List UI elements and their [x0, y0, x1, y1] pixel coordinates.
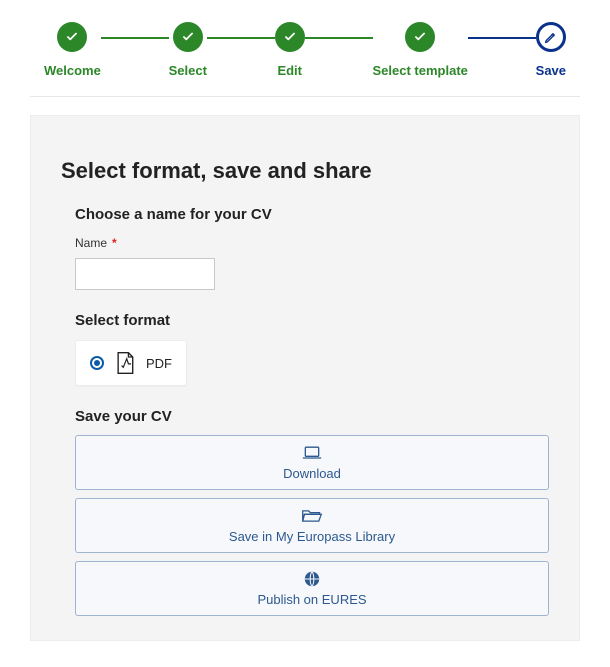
- action-label: Publish on EURES: [257, 592, 366, 607]
- step-select-template[interactable]: Select template: [373, 22, 468, 78]
- format-option-label: PDF: [146, 356, 172, 371]
- radio-selected-icon: [90, 356, 104, 370]
- check-icon: [405, 22, 435, 52]
- check-icon: [57, 22, 87, 52]
- required-asterisk: *: [112, 236, 117, 250]
- save-heading: Save your CV: [75, 408, 549, 425]
- check-icon: [275, 22, 305, 52]
- pdf-file-icon: [114, 351, 136, 375]
- step-select[interactable]: Select: [169, 22, 207, 78]
- save-actions: Download Save in My Europass Library Pub…: [75, 435, 549, 616]
- step-welcome[interactable]: Welcome: [44, 22, 101, 78]
- step-label: Select: [169, 63, 207, 78]
- laptop-icon: [302, 445, 322, 461]
- check-icon: [173, 22, 203, 52]
- save-panel: Select format, save and share Choose a n…: [30, 115, 580, 641]
- divider: [30, 96, 580, 97]
- globe-icon: [304, 571, 320, 587]
- cv-name-input[interactable]: [75, 258, 215, 290]
- step-edit[interactable]: Edit: [275, 22, 305, 78]
- action-label: Download: [283, 466, 341, 481]
- name-heading: Choose a name for your CV: [75, 206, 549, 223]
- step-label: Save: [536, 63, 566, 78]
- step-save[interactable]: Save: [536, 22, 566, 78]
- name-field-label: Name *: [75, 236, 117, 250]
- format-section: Select format PDF: [61, 312, 549, 386]
- step-connector: [101, 37, 169, 39]
- step-connector: [468, 37, 536, 39]
- action-label: Save in My Europass Library: [229, 529, 395, 544]
- publish-eures-button[interactable]: Publish on EURES: [75, 561, 549, 616]
- step-connector: [305, 37, 373, 39]
- save-library-button[interactable]: Save in My Europass Library: [75, 498, 549, 553]
- format-option-pdf[interactable]: PDF: [75, 340, 187, 386]
- step-label: Welcome: [44, 63, 101, 78]
- download-button[interactable]: Download: [75, 435, 549, 490]
- folder-open-icon: [301, 508, 323, 524]
- step-connector: [207, 37, 275, 39]
- name-label-text: Name: [75, 236, 107, 250]
- step-label: Edit: [277, 63, 302, 78]
- panel-title: Select format, save and share: [61, 158, 549, 184]
- name-section: Choose a name for your CV Name *: [61, 206, 549, 290]
- progress-stepper: Welcome Select Edit Select template Save: [4, 0, 606, 78]
- save-section: Save your CV Download Save in My Europas…: [61, 408, 549, 616]
- format-heading: Select format: [75, 312, 549, 329]
- step-label: Select template: [373, 63, 468, 78]
- pencil-icon: [536, 22, 566, 52]
